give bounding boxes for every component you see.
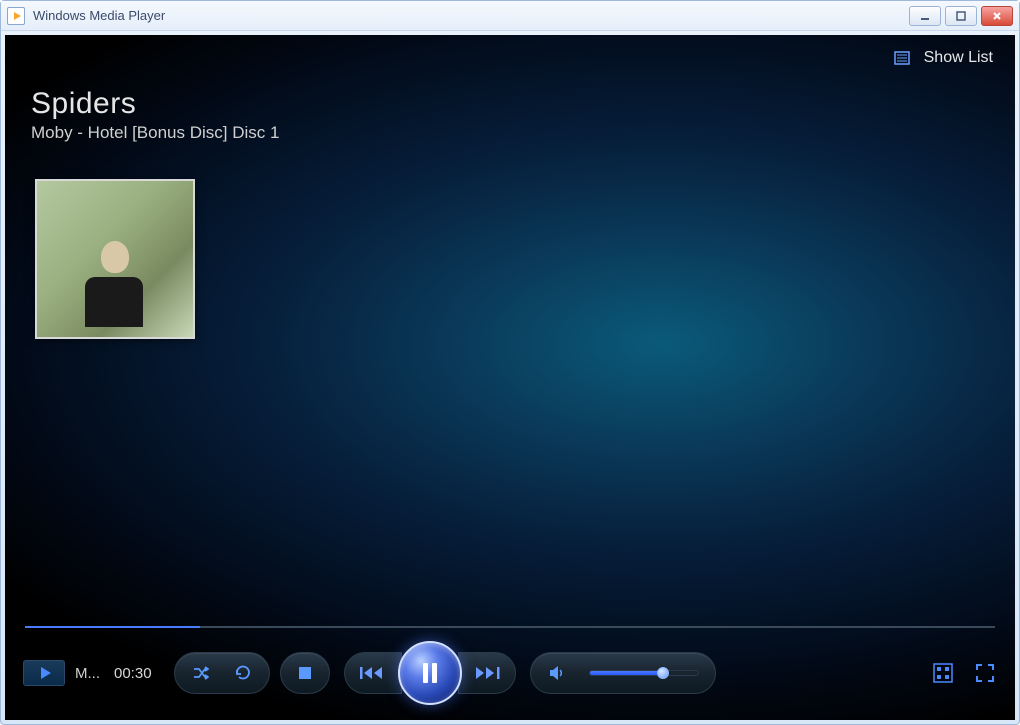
transport-controls bbox=[344, 641, 516, 705]
fullscreen-button[interactable] bbox=[973, 661, 997, 685]
playback-controls: M... 00:30 bbox=[5, 640, 1015, 706]
elapsed-time: 00:30 bbox=[114, 665, 152, 682]
track-title: Spiders bbox=[31, 87, 279, 121]
play-pause-button[interactable] bbox=[398, 641, 462, 705]
app-window: Windows Media Player Show List Spiders M… bbox=[0, 0, 1020, 725]
window-controls bbox=[909, 6, 1013, 26]
stop-icon bbox=[295, 663, 315, 683]
show-list-button[interactable]: Show List bbox=[894, 49, 993, 67]
album-art-figure bbox=[85, 241, 145, 331]
previous-button[interactable] bbox=[344, 652, 402, 694]
shuffle-icon bbox=[191, 663, 211, 683]
seek-track bbox=[25, 626, 995, 628]
pause-icon bbox=[419, 661, 441, 685]
album-art bbox=[35, 179, 195, 339]
volume-thumb[interactable] bbox=[657, 667, 669, 679]
switch-to-library-button[interactable] bbox=[931, 661, 955, 685]
repeat-icon bbox=[233, 663, 253, 683]
seek-progress bbox=[25, 626, 200, 628]
show-list-label: Show List bbox=[924, 49, 993, 67]
fullscreen-icon bbox=[974, 662, 996, 684]
titlebar[interactable]: Windows Media Player bbox=[1, 1, 1019, 31]
repeat-button[interactable] bbox=[233, 663, 253, 683]
close-button[interactable] bbox=[981, 6, 1013, 26]
next-button[interactable] bbox=[458, 652, 516, 694]
now-playing-thumb[interactable] bbox=[23, 660, 65, 686]
volume-fill bbox=[590, 671, 663, 675]
stop-button[interactable] bbox=[295, 663, 315, 683]
track-info: Spiders Moby - Hotel [Bonus Disc] Disc 1 bbox=[31, 87, 279, 143]
play-icon bbox=[41, 667, 51, 679]
player-viewport: Show List Spiders Moby - Hotel [Bonus Di… bbox=[5, 35, 1015, 720]
volume-controls bbox=[530, 652, 716, 694]
mode-controls bbox=[174, 652, 270, 694]
view-controls bbox=[931, 661, 997, 685]
library-icon bbox=[932, 662, 954, 684]
previous-icon bbox=[358, 664, 388, 682]
maximize-button[interactable] bbox=[945, 6, 977, 26]
track-artist-album: Moby - Hotel [Bonus Disc] Disc 1 bbox=[31, 123, 279, 143]
volume-icon bbox=[547, 663, 567, 683]
now-playing-thumb-area: M... 00:30 bbox=[23, 660, 152, 686]
volume-slider[interactable] bbox=[589, 670, 699, 676]
app-icon bbox=[7, 7, 25, 25]
window-title: Windows Media Player bbox=[33, 8, 909, 23]
shuffle-button[interactable] bbox=[191, 663, 211, 683]
minimize-button[interactable] bbox=[909, 6, 941, 26]
list-icon bbox=[894, 51, 910, 65]
seek-bar[interactable] bbox=[25, 626, 995, 628]
stop-control bbox=[280, 652, 330, 694]
next-icon bbox=[472, 664, 502, 682]
now-playing-label: M... bbox=[75, 665, 100, 682]
mute-button[interactable] bbox=[547, 663, 567, 683]
